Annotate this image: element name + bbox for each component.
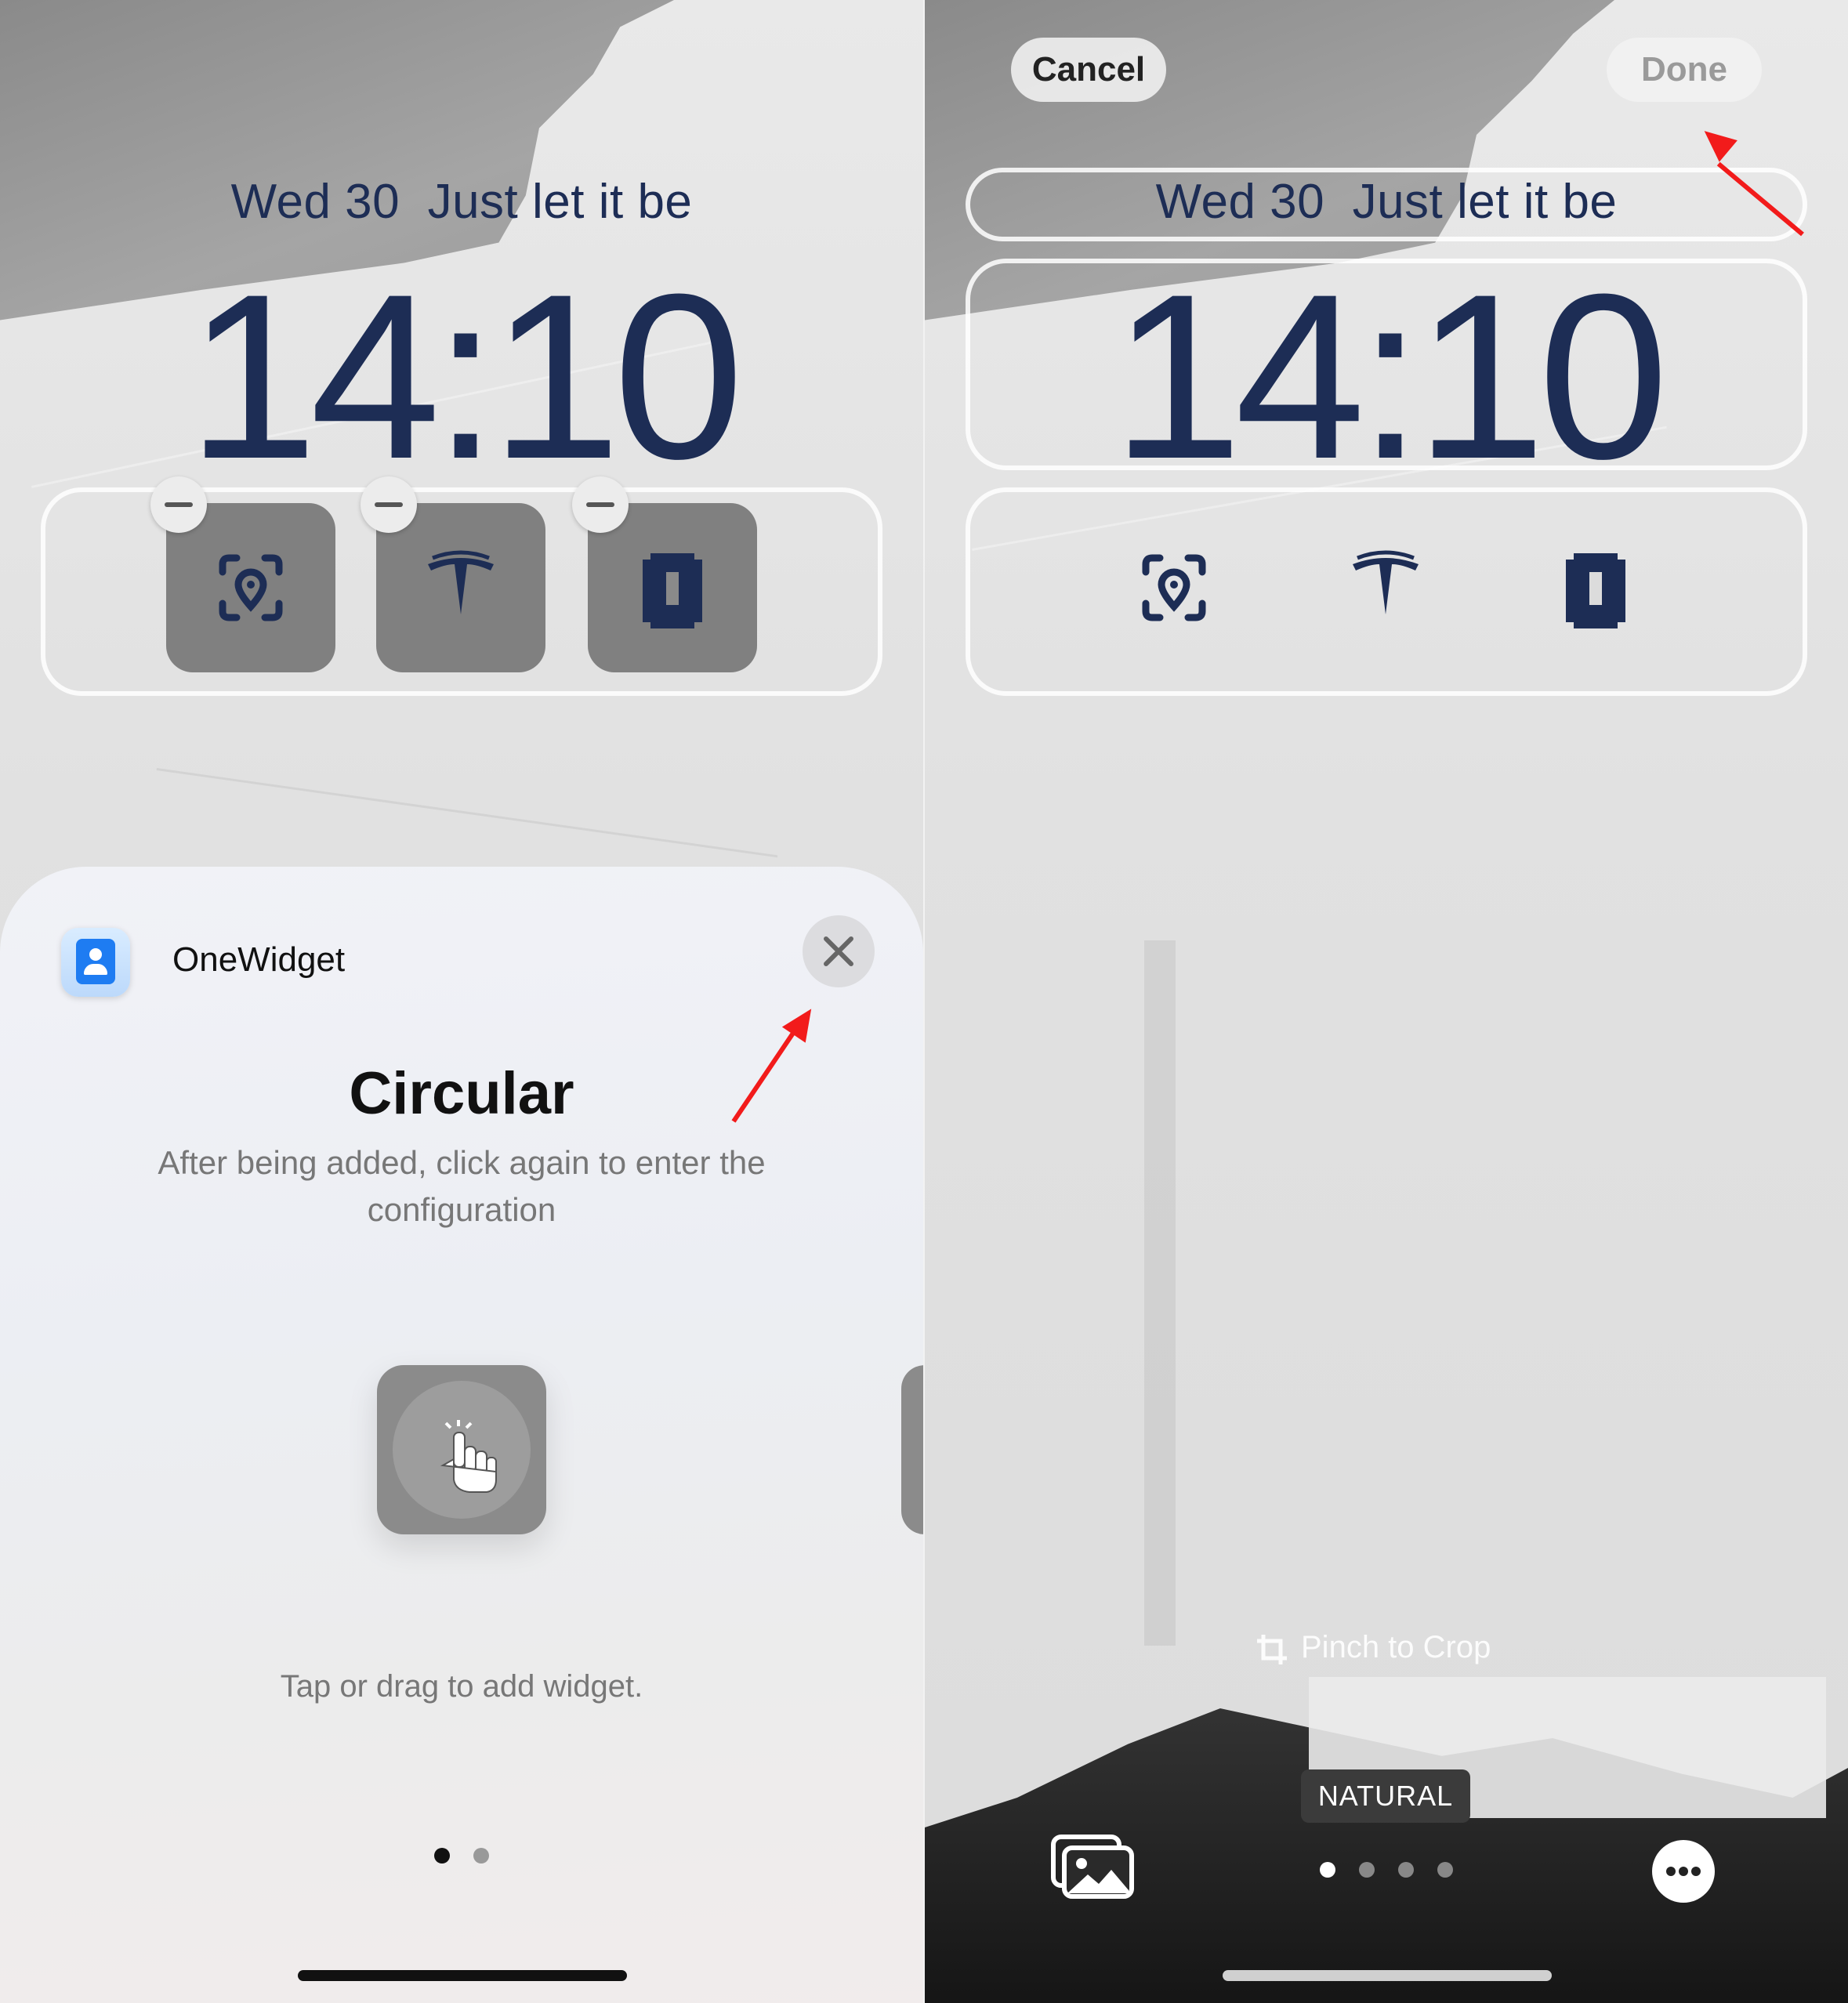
- home-indicator[interactable]: [1223, 1970, 1552, 1981]
- battery-pixel-icon[interactable]: [1511, 503, 1680, 672]
- cancel-button[interactable]: Cancel: [1011, 38, 1166, 102]
- remove-widget-1-button[interactable]: [150, 476, 207, 533]
- widget-type-title: Circular: [349, 1060, 574, 1127]
- remove-widget-3-button[interactable]: [572, 476, 629, 533]
- clock-time: 14:10: [187, 244, 745, 508]
- tap-hand-icon: [440, 1420, 497, 1493]
- date-line: Wed 30 Just let it be: [230, 175, 693, 229]
- page-dot-2[interactable]: [473, 1848, 489, 1864]
- app-name: OneWidget: [172, 940, 346, 979]
- crop-icon: [1257, 1635, 1287, 1664]
- done-button[interactable]: Done: [1607, 38, 1762, 102]
- wallpaper-page-dot-2[interactable]: [1359, 1862, 1375, 1878]
- wallpaper-page-dot-4[interactable]: [1437, 1862, 1453, 1878]
- right-screen: Cancel Done Wed 30 Just let it be 14:10 …: [925, 0, 1848, 2003]
- onewidget-app-icon: [61, 928, 130, 997]
- add-widget-hint: Tap or drag to add widget.: [280, 1669, 643, 1704]
- close-sheet-button[interactable]: [803, 915, 875, 987]
- widget-type-subtitle: After being added, click again to enter …: [158, 1144, 766, 1228]
- tesla-logo-icon[interactable]: [1301, 503, 1470, 672]
- photo-gallery-icon[interactable]: [1050, 1834, 1136, 1901]
- wallpaper-page-dot-3[interactable]: [1398, 1862, 1414, 1878]
- left-screen: Wed 30 Just let it be 14:10 OneWidget Ci…: [0, 0, 923, 2003]
- widget-preview-circular[interactable]: [377, 1365, 546, 1534]
- page-dot-1[interactable]: [434, 1848, 450, 1864]
- pinch-hint-label: Pinch to Crop: [1301, 1630, 1491, 1664]
- home-indicator[interactable]: [298, 1970, 627, 1981]
- face-id-location-icon[interactable]: [1089, 503, 1259, 672]
- more-icon: [1666, 1867, 1701, 1876]
- wallpaper-page-dot-1[interactable]: [1320, 1862, 1335, 1878]
- close-icon: [824, 936, 853, 966]
- remove-widget-2-button[interactable]: [361, 476, 417, 533]
- filter-label[interactable]: NATURAL: [1301, 1769, 1470, 1823]
- date-line: Wed 30 Just let it be: [1155, 175, 1618, 229]
- more-button[interactable]: [1652, 1840, 1715, 1903]
- clock-time: 14:10: [1111, 244, 1669, 508]
- next-widget-preview[interactable]: [901, 1365, 923, 1534]
